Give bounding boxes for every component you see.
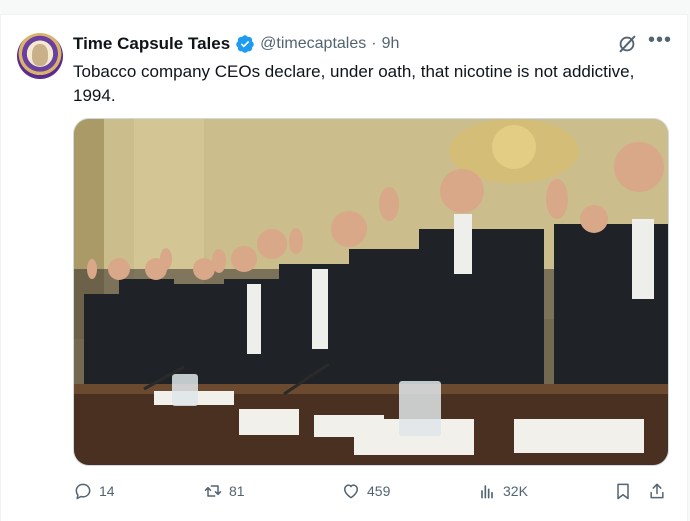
analytics-icon: [481, 485, 493, 499]
repost-button[interactable]: 81: [203, 481, 245, 501]
like-button[interactable]: 459: [341, 481, 390, 501]
view-count: 32K: [503, 483, 528, 499]
tweet-card[interactable]: Time Capsule Tales @timecaptales · 9h ••…: [0, 14, 688, 521]
grok-icon[interactable]: [616, 33, 638, 55]
share-icon: [650, 483, 664, 499]
more-options-icon[interactable]: •••: [648, 29, 672, 52]
verified-badge-icon[interactable]: [235, 34, 255, 54]
repost-icon: [204, 485, 222, 497]
author-name[interactable]: Time Capsule Tales: [73, 34, 230, 54]
reply-icon: [75, 483, 91, 500]
post-time[interactable]: 9h: [382, 35, 400, 53]
bookmark-icon: [617, 483, 629, 500]
tweet-text: Tobacco company CEOs declare, under oath…: [73, 62, 635, 105]
bookmark-button[interactable]: [613, 481, 633, 501]
views-button[interactable]: 32K: [477, 481, 528, 501]
separator-dot: ·: [371, 35, 377, 52]
heart-icon: [344, 484, 358, 499]
share-button[interactable]: [647, 481, 667, 501]
like-count: 459: [367, 483, 391, 499]
reply-button[interactable]: 14: [73, 481, 115, 501]
tweet-header: Time Capsule Tales @timecaptales · 9h: [73, 33, 399, 55]
hearing-photo: [74, 119, 668, 465]
author-handle[interactable]: @timecaptales: [260, 35, 366, 53]
reply-count: 14: [99, 483, 115, 499]
avatar-portrait: [32, 44, 48, 66]
repost-count: 81: [229, 483, 245, 499]
tweet-photo[interactable]: [73, 118, 669, 466]
avatar[interactable]: [17, 33, 63, 79]
tweet-actions: 14 81 459 32K: [73, 481, 673, 507]
